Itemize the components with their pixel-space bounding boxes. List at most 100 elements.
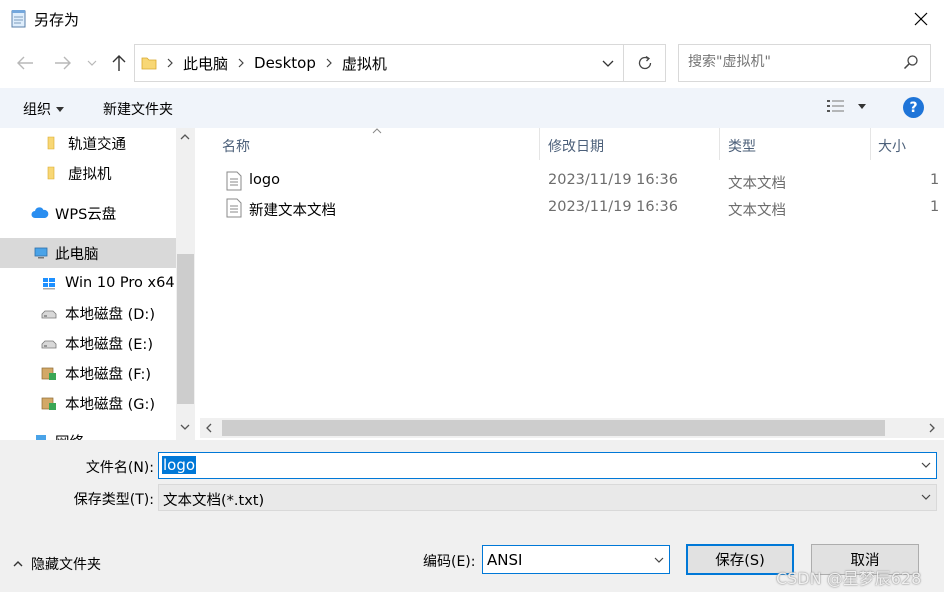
horizontal-scrollbar-thumb[interactable] — [222, 420, 885, 436]
nav-item-label: 此电脑 — [55, 246, 99, 263]
nav-item-label: WPS云盘 — [55, 206, 117, 223]
new-folder-button[interactable]: 新建文件夹 — [103, 99, 173, 119]
search-icon[interactable] — [903, 54, 919, 70]
computer-icon — [34, 247, 48, 259]
column-header-size[interactable]: 大小 — [878, 136, 906, 156]
folder-icon — [141, 57, 157, 70]
chevron-right-icon — [157, 58, 183, 68]
column-header-name[interactable]: 名称 — [222, 136, 250, 156]
nav-item-label: 本地磁盘 (G:) — [65, 396, 156, 413]
filetype-label: 保存类型(T): — [73, 492, 154, 508]
file-size: 1 — [930, 199, 940, 215]
breadcrumb-vm[interactable]: 虚拟机 — [342, 53, 387, 74]
chevron-up-icon[interactable] — [180, 134, 190, 140]
organize-menu-button[interactable]: 组织 — [23, 99, 64, 119]
hide-folders-toggle[interactable]: 隐藏文件夹 — [13, 554, 101, 574]
nav-item-wps-cloud[interactable]: WPS云盘 — [0, 198, 176, 228]
address-dropdown-button[interactable] — [593, 45, 623, 81]
nav-scrollbar[interactable] — [176, 128, 195, 440]
cloud-icon — [31, 207, 49, 218]
file-row[interactable]: logo 2023/11/19 16:36 文本文档 1 — [222, 169, 944, 195]
text-file-icon — [226, 198, 242, 218]
chevron-down-icon — [602, 60, 614, 67]
filename-input[interactable]: logo — [162, 456, 197, 474]
nav-item-this-pc[interactable]: 此电脑 — [0, 238, 176, 268]
file-type: 文本文档 — [728, 203, 786, 219]
search-input[interactable] — [688, 54, 898, 70]
chevron-down-icon[interactable] — [180, 424, 190, 430]
column-headers: 名称 修改日期 类型 大小 — [200, 128, 944, 162]
arrow-right-icon — [55, 56, 71, 70]
chevron-right-icon — [316, 58, 342, 68]
nav-scrollbar-thumb[interactable] — [177, 254, 194, 404]
nav-item-drive-e[interactable]: 本地磁盘 (E:) — [0, 328, 176, 358]
encoding-label: 编码(E): — [423, 554, 476, 570]
nav-item-drive-f[interactable]: 本地磁盘 (F:) — [0, 358, 176, 388]
search-box[interactable] — [678, 44, 931, 82]
chevron-up-icon — [13, 561, 23, 567]
sort-ascending-icon — [372, 128, 382, 134]
nav-item-label: 网络 — [55, 431, 84, 441]
view-options-button[interactable] — [826, 98, 866, 114]
nav-item-win10[interactable]: Win 10 Pro x64 — [0, 268, 176, 298]
nav-item-label: 本地磁盘 (F:) — [65, 366, 152, 383]
breadcrumb-desktop[interactable]: Desktop — [254, 54, 316, 72]
chevron-down-icon — [921, 494, 931, 500]
chevron-left-icon[interactable] — [206, 423, 212, 433]
chevron-down-icon[interactable] — [921, 462, 931, 468]
refresh-icon — [638, 55, 651, 70]
arrow-up-icon — [112, 55, 126, 71]
file-size: 1 — [930, 172, 940, 188]
column-header-type[interactable]: 类型 — [728, 136, 756, 156]
recent-locations-button[interactable] — [84, 52, 100, 74]
encoding-select[interactable]: ANSI — [482, 545, 670, 574]
file-name: 新建文本文档 — [249, 203, 336, 219]
windows-icon — [43, 278, 55, 290]
nav-item-label: 虚拟机 — [68, 166, 112, 183]
window-title: 另存为 — [34, 11, 80, 29]
chevron-right-icon[interactable] — [929, 423, 935, 433]
nav-item-rail-transit[interactable]: 轨道交通 — [0, 128, 176, 158]
hide-folders-label: 隐藏文件夹 — [31, 557, 101, 573]
text-file-icon — [226, 171, 242, 191]
refresh-button[interactable] — [624, 44, 666, 82]
nav-item-vm[interactable]: 虚拟机 — [0, 158, 176, 188]
chevron-right-icon — [228, 58, 254, 68]
nav-item-network[interactable]: 网络 — [0, 426, 176, 440]
arrow-left-icon — [17, 56, 33, 70]
filetype-value: 文本文档(*.txt) — [163, 493, 265, 509]
filename-field[interactable]: logo — [158, 452, 937, 479]
nav-item-drive-d[interactable]: 本地磁盘 (D:) — [0, 298, 176, 328]
address-bar[interactable]: 此电脑 Desktop 虚拟机 — [134, 44, 624, 82]
network-icon — [36, 435, 46, 440]
back-button[interactable] — [14, 52, 36, 74]
help-button[interactable]: ? — [903, 97, 924, 118]
up-button[interactable] — [108, 52, 130, 74]
column-header-date[interactable]: 修改日期 — [548, 136, 604, 156]
filename-label: 文件名(N): — [85, 460, 154, 476]
forward-button[interactable] — [52, 52, 74, 74]
column-divider[interactable] — [719, 128, 720, 160]
file-row[interactable]: 新建文本文档 2023/11/19 16:36 文本文档 1 — [222, 196, 944, 222]
close-icon — [914, 12, 928, 26]
file-name: logo — [249, 172, 280, 188]
title-bar — [0, 0, 944, 38]
nav-item-label: 本地磁盘 (E:) — [65, 336, 153, 353]
filetype-select[interactable]: 文本文档(*.txt) — [158, 484, 937, 511]
column-divider[interactable] — [539, 128, 540, 160]
watermark: CSDN @星梦辰628 — [776, 569, 922, 588]
nav-item-label: Win 10 Pro x64 — [65, 275, 175, 291]
folder-icon — [47, 166, 55, 180]
notepad-icon — [11, 10, 26, 28]
column-divider[interactable] — [870, 128, 871, 160]
chevron-down-icon — [87, 60, 97, 66]
drive-icon — [41, 340, 57, 349]
close-button[interactable] — [898, 0, 944, 38]
details-view-icon — [827, 100, 844, 112]
chevron-down-icon — [654, 557, 664, 563]
breadcrumb-this-pc[interactable]: 此电脑 — [183, 53, 228, 74]
horizontal-scrollbar[interactable] — [200, 418, 944, 438]
nav-item-label: 本地磁盘 (D:) — [65, 306, 155, 323]
organize-label: 组织 — [23, 102, 51, 118]
nav-item-drive-g[interactable]: 本地磁盘 (G:) — [0, 388, 176, 418]
